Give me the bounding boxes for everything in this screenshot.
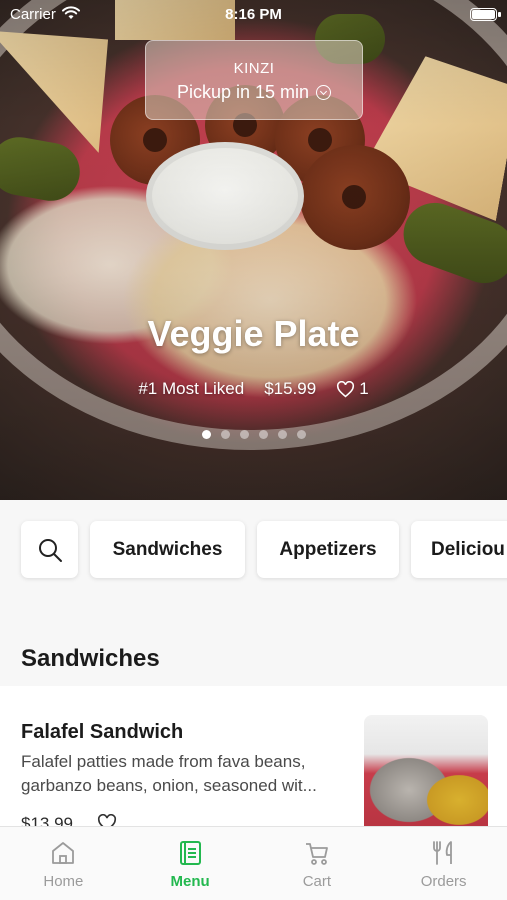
store-name: KINZI [233,60,275,77]
category-chip-appetizers[interactable]: Appetizers [257,521,399,578]
carousel-dot[interactable] [258,430,268,439]
tab-cart[interactable]: Cart [254,827,381,900]
clock: 8:16 PM [225,6,282,23]
orders-icon [432,841,452,865]
battery-icon [470,8,501,21]
carousel-dot[interactable] [277,430,287,439]
featured-item-meta: #1 Most Liked $15.99 1 [0,379,507,399]
search-button[interactable] [21,521,78,578]
pickup-selector[interactable]: KINZI Pickup in 15 min [145,40,363,120]
tab-orders[interactable]: Orders [380,827,507,900]
status-bar: Carrier 8:16 PM [0,0,507,30]
menu-item-description: Falafel patties made from fava beans, ga… [21,752,317,795]
chevron-down-circle-icon [316,85,332,100]
category-chip-delicious[interactable]: Deliciou [411,521,507,578]
pickup-time: Pickup in 15 min [176,82,310,102]
home-icon [52,842,75,864]
carousel-dot[interactable] [296,430,306,439]
featured-likes-count: 1 [359,379,369,398]
menu-icon [180,841,202,865]
heart-icon [337,380,355,397]
tab-cart-label: Cart [302,873,332,890]
tab-menu[interactable]: Menu [127,827,254,900]
tab-home-label: Home [43,873,84,890]
menu-item-name: Falafel Sandwich [21,721,184,743]
cart-icon [305,843,328,865]
featured-price: $15.99 [264,379,317,398]
carousel-dot[interactable] [239,430,249,439]
tab-home[interactable]: Home [0,827,127,900]
search-icon [38,538,62,562]
carousel-pagination[interactable] [0,430,507,439]
featured-item-title: Veggie Plate [147,313,360,354]
featured-tag: #1 Most Liked [138,379,245,398]
carousel-dot[interactable] [201,430,211,439]
category-chip-sandwiches[interactable]: Sandwiches [90,521,245,578]
tab-menu-label: Menu [170,873,210,890]
section-title: Sandwiches [21,645,160,672]
tab-orders-label: Orders [420,873,467,890]
tab-bar: Home Menu Cart Orders [0,826,507,900]
hero-banner[interactable]: Carrier 8:16 PM KINZI Pickup in 15 min V… [0,0,507,500]
carousel-dot[interactable] [220,430,230,439]
featured-likes[interactable]: 1 [336,379,369,399]
